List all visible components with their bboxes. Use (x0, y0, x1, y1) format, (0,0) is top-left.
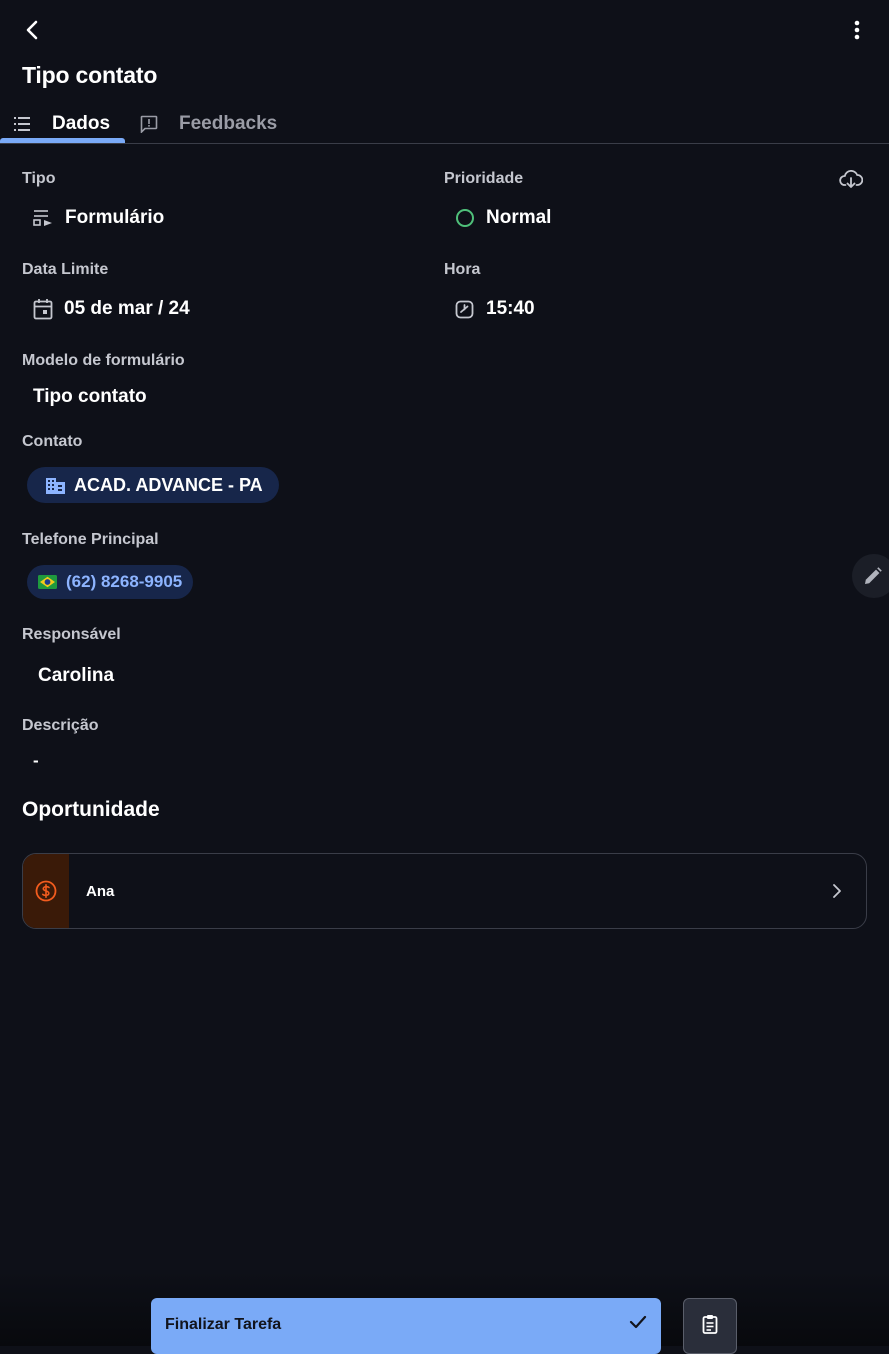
form-icon (33, 209, 53, 227)
hora-value: 15:40 (455, 298, 535, 320)
hora-text: 15:40 (486, 298, 535, 319)
responsavel-value: Carolina (38, 665, 115, 686)
list-icon (14, 117, 34, 131)
cloud-download-icon (839, 170, 863, 188)
building-icon (45, 475, 66, 495)
prioridade-value: Normal (455, 207, 551, 229)
pencil-icon (864, 567, 882, 585)
feedback-icon (140, 115, 158, 133)
clock-icon (455, 300, 474, 319)
tipo-value: Formulário (33, 207, 164, 229)
prioridade-text: Normal (486, 207, 552, 228)
more-options-button[interactable] (838, 12, 876, 48)
phone-number: (62) 8268-9905 (66, 572, 183, 591)
page-title: Tipo contato (22, 62, 158, 88)
hora-label: Hora (444, 261, 481, 278)
phone-chip[interactable]: (62) 8268-9905 (27, 565, 194, 599)
brazil-flag-icon (38, 575, 57, 589)
data-limite-label: Data Limite (22, 261, 109, 278)
calendar-icon (33, 298, 53, 320)
responsavel-label: Responsável (22, 626, 121, 643)
tipo-label: Tipo (22, 170, 56, 187)
opportunity-name: Ana (86, 882, 115, 900)
back-button[interactable] (14, 12, 52, 48)
data-limite-value: 05 de mar / 24 (33, 298, 190, 320)
prioridade-label: Prioridade (444, 170, 524, 187)
finish-task-label: Finalizar Tarefa (165, 1316, 282, 1333)
more-vertical-icon (854, 20, 860, 40)
descricao-label: Descrição (22, 717, 99, 734)
clipboard-icon (702, 1299, 718, 1353)
dollar-circle-icon (35, 880, 57, 902)
edit-button[interactable] (852, 554, 889, 598)
opportunity-accent (23, 854, 69, 928)
chevron-left-icon (23, 20, 43, 40)
tipo-text: Formulário (65, 207, 165, 228)
tab-feedbacks[interactable]: Feedbacks (140, 104, 277, 144)
modelo-value: Tipo contato (33, 386, 147, 407)
opportunity-card[interactable]: Ana (22, 853, 867, 929)
oportunidade-title: Oportunidade (22, 798, 160, 821)
chevron-right-icon (832, 883, 842, 899)
contact-name: ACAD. ADVANCE - PA (74, 474, 263, 495)
tab-dados-label: Dados (52, 113, 111, 134)
data-limite-text: 05 de mar / 24 (64, 298, 190, 319)
download-button[interactable] (834, 164, 868, 194)
descricao-value: - (33, 751, 39, 770)
contact-chip[interactable]: ACAD. ADVANCE - PA (27, 467, 279, 503)
telefone-label: Telefone Principal (22, 531, 159, 548)
tab-feedbacks-label: Feedbacks (179, 113, 278, 134)
tab-divider (0, 143, 889, 144)
circle-outline-icon (455, 208, 475, 228)
contato-label: Contato (22, 433, 83, 450)
check-icon (629, 1315, 647, 1329)
modelo-label: Modelo de formulário (22, 352, 185, 369)
